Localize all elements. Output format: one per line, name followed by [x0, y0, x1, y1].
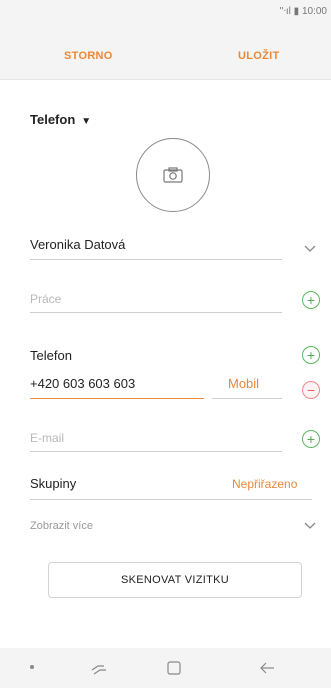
back-icon[interactable]: [258, 660, 276, 676]
add-icon: +: [306, 347, 316, 363]
home-icon[interactable]: [166, 660, 182, 676]
show-more-link[interactable]: Zobrazit více: [30, 520, 93, 532]
add-photo-button[interactable]: [136, 138, 210, 212]
phone-field[interactable]: +420 603 603 603: [30, 376, 135, 391]
remove-icon: −: [306, 382, 316, 398]
phone-type-selector[interactable]: Mobil: [228, 376, 259, 391]
add-icon: +: [306, 292, 316, 308]
add-work-button[interactable]: +: [302, 291, 320, 309]
status-text: ''ᐧıl ▮ 10:00: [279, 6, 327, 17]
work-underline: [30, 312, 282, 313]
chevron-down-icon[interactable]: [303, 520, 317, 530]
email-underline: [30, 451, 282, 452]
remove-phone-button[interactable]: −: [302, 381, 320, 399]
groups-underline: [30, 499, 312, 500]
recent-apps-icon[interactable]: [90, 660, 108, 676]
save-button[interactable]: ULOŽIT: [238, 50, 280, 62]
name-field[interactable]: Veronika Datová: [30, 237, 125, 252]
name-underline: [30, 259, 282, 260]
phone-underline: [30, 398, 204, 399]
add-email-button[interactable]: +: [302, 430, 320, 448]
caret-down-icon: ▼: [81, 116, 92, 127]
email-field[interactable]: E-mail: [30, 431, 64, 445]
phone-type-underline: [212, 398, 282, 399]
groups-label: Skupiny: [30, 476, 77, 491]
scan-business-card-button[interactable]: SKENOVAT VIZITKU: [48, 562, 302, 598]
status-bar: ''ᐧıl ▮ 10:00: [0, 0, 331, 30]
action-bar: STORNO ULOŽIT: [0, 30, 331, 80]
cancel-button[interactable]: STORNO: [64, 50, 113, 62]
work-field[interactable]: Práce: [30, 292, 61, 306]
account-label: Telefon: [30, 112, 76, 127]
navigation-bar: [0, 648, 331, 688]
camera-icon: [163, 167, 183, 183]
phone-label: Telefon: [30, 348, 72, 363]
add-icon: +: [306, 431, 316, 447]
add-phone-button[interactable]: +: [302, 346, 320, 364]
dot-icon: [30, 665, 34, 669]
account-selector[interactable]: Telefon ▼: [30, 112, 91, 127]
chevron-down-icon[interactable]: [303, 243, 317, 253]
groups-selector[interactable]: Nepřiřazeno: [232, 477, 297, 491]
